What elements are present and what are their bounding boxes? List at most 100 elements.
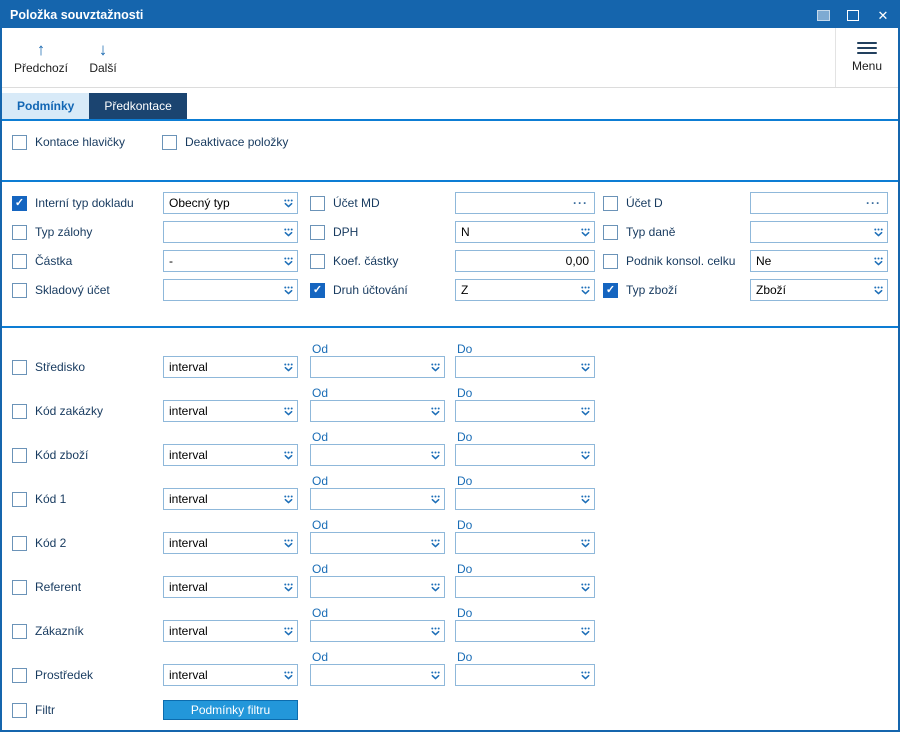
dropdown-icon[interactable]	[427, 621, 444, 641]
dropdown-icon[interactable]	[577, 621, 594, 641]
dropdown-icon[interactable]	[280, 665, 297, 685]
do-combo[interactable]	[455, 620, 595, 642]
od-combo[interactable]	[310, 576, 445, 598]
interni-typ-combo[interactable]: Obecný typ	[163, 192, 298, 214]
filtr-checkbox[interactable]	[12, 702, 27, 718]
dropdown-icon[interactable]	[870, 280, 887, 300]
minimize-button[interactable]	[808, 2, 838, 28]
druh-uctovani-combo[interactable]: Z	[455, 279, 595, 301]
dropdown-icon[interactable]	[577, 445, 594, 465]
interval-mode-combo[interactable]: interval	[163, 444, 298, 466]
interval-mode-combo[interactable]: interval	[163, 532, 298, 554]
menu-button[interactable]: Menu	[835, 28, 898, 87]
koef-castky-checkbox[interactable]	[310, 253, 325, 269]
typ-dane-checkbox[interactable]	[603, 224, 618, 240]
tab-podminky[interactable]: Podmínky	[2, 93, 90, 119]
od-combo[interactable]	[310, 620, 445, 642]
dropdown-icon[interactable]	[577, 489, 594, 509]
interval-mode-combo[interactable]: interval	[163, 620, 298, 642]
dropdown-icon[interactable]	[280, 577, 297, 597]
dropdown-icon[interactable]	[280, 222, 297, 242]
do-combo[interactable]	[455, 356, 595, 378]
close-button[interactable]: ✕	[868, 2, 898, 28]
ellipsis-icon[interactable]: ···	[860, 196, 887, 210]
row-checkbox[interactable]	[12, 623, 27, 639]
row-checkbox[interactable]	[12, 535, 27, 551]
dropdown-icon[interactable]	[280, 445, 297, 465]
dropdown-icon[interactable]	[577, 357, 594, 377]
od-combo[interactable]	[310, 664, 445, 686]
interval-mode-combo[interactable]: interval	[163, 576, 298, 598]
skladovy-ucet-combo[interactable]	[163, 279, 298, 301]
dropdown-icon[interactable]	[427, 401, 444, 421]
od-combo[interactable]	[310, 532, 445, 554]
interval-mode-combo[interactable]: interval	[163, 488, 298, 510]
row-checkbox[interactable]	[12, 579, 27, 595]
dropdown-icon[interactable]	[427, 357, 444, 377]
do-combo[interactable]	[455, 400, 595, 422]
ucet-d-checkbox[interactable]	[603, 195, 618, 211]
row-checkbox[interactable]	[12, 447, 27, 463]
ucet-md-field[interactable]: ···	[455, 192, 595, 214]
deaktivace-polozky-checkbox[interactable]	[162, 134, 177, 150]
interval-mode-combo[interactable]: interval	[163, 400, 298, 422]
dropdown-icon[interactable]	[870, 222, 887, 242]
podnik-konsol-combo[interactable]: Ne	[750, 250, 888, 272]
dropdown-icon[interactable]	[280, 621, 297, 641]
dropdown-icon[interactable]	[427, 577, 444, 597]
dph-checkbox[interactable]	[310, 224, 325, 240]
do-combo[interactable]	[455, 664, 595, 686]
druh-uctovani-checkbox[interactable]	[310, 282, 325, 298]
row-checkbox[interactable]	[12, 491, 27, 507]
ellipsis-icon[interactable]: ···	[567, 196, 594, 210]
dropdown-icon[interactable]	[280, 357, 297, 377]
dropdown-icon[interactable]	[280, 193, 297, 213]
castka-checkbox[interactable]	[12, 253, 27, 269]
dropdown-icon[interactable]	[577, 222, 594, 242]
typ-zbozi-checkbox[interactable]	[603, 282, 618, 298]
dropdown-icon[interactable]	[577, 577, 594, 597]
od-combo[interactable]	[310, 488, 445, 510]
typ-zalohy-combo[interactable]	[163, 221, 298, 243]
dropdown-icon[interactable]	[577, 401, 594, 421]
od-combo[interactable]	[310, 444, 445, 466]
previous-button[interactable]: ↑ Předchozí	[10, 32, 72, 84]
castka-combo[interactable]: -	[163, 250, 298, 272]
dropdown-icon[interactable]	[427, 533, 444, 553]
dropdown-icon[interactable]	[280, 251, 297, 271]
row-checkbox[interactable]	[12, 667, 27, 683]
skladovy-ucet-checkbox[interactable]	[12, 282, 27, 298]
dropdown-icon[interactable]	[577, 533, 594, 553]
tab-predkontace[interactable]: Předkontace	[89, 93, 187, 119]
dropdown-icon[interactable]	[280, 489, 297, 509]
dropdown-icon[interactable]	[427, 489, 444, 509]
od-combo[interactable]	[310, 356, 445, 378]
kontace-hlavicky-checkbox[interactable]	[12, 134, 27, 150]
podminky-filtru-button[interactable]: Podmínky filtru	[163, 700, 298, 720]
do-combo[interactable]	[455, 444, 595, 466]
podnik-konsol-checkbox[interactable]	[603, 253, 618, 269]
do-combo[interactable]	[455, 488, 595, 510]
interval-mode-combo[interactable]: interval	[163, 664, 298, 686]
dropdown-icon[interactable]	[280, 401, 297, 421]
dropdown-icon[interactable]	[427, 445, 444, 465]
row-checkbox[interactable]	[12, 359, 27, 375]
dropdown-icon[interactable]	[870, 251, 887, 271]
typ-zalohy-checkbox[interactable]	[12, 224, 27, 240]
do-combo[interactable]	[455, 532, 595, 554]
next-button[interactable]: ↓ Další	[72, 32, 134, 84]
ucet-md-checkbox[interactable]	[310, 195, 325, 211]
dropdown-icon[interactable]	[577, 280, 594, 300]
dph-combo[interactable]: N	[455, 221, 595, 243]
od-combo[interactable]	[310, 400, 445, 422]
row-checkbox[interactable]	[12, 403, 27, 419]
interval-mode-combo[interactable]: interval	[163, 356, 298, 378]
dropdown-icon[interactable]	[577, 665, 594, 685]
dropdown-icon[interactable]	[280, 280, 297, 300]
koef-castky-input[interactable]: 0,00	[455, 250, 595, 272]
maximize-button[interactable]	[838, 2, 868, 28]
typ-zbozi-combo[interactable]: Zboží	[750, 279, 888, 301]
typ-dane-combo[interactable]	[750, 221, 888, 243]
do-combo[interactable]	[455, 576, 595, 598]
ucet-d-field[interactable]: ···	[750, 192, 888, 214]
